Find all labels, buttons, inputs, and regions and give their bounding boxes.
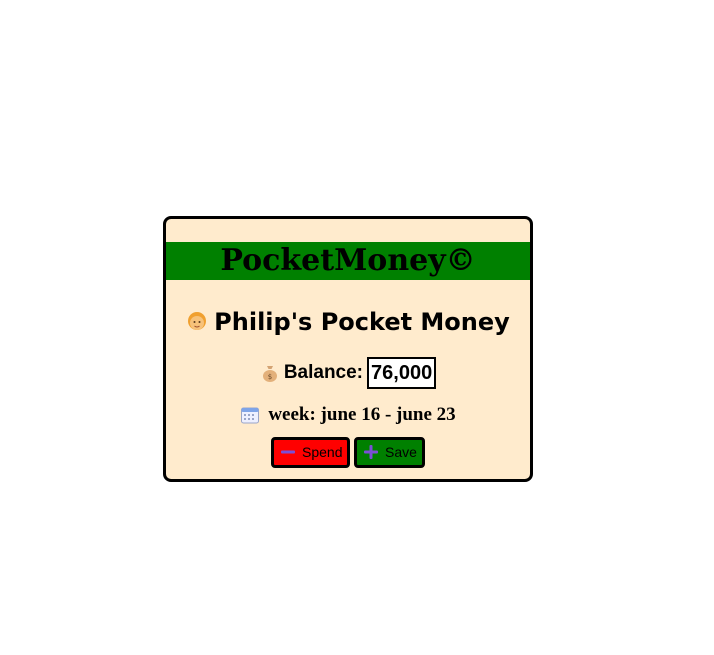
balance-label: Balance: [283, 362, 364, 383]
calendar-icon [240, 405, 260, 425]
save-button-label: Save [385, 444, 417, 460]
owner-heading: Philip's Pocket Money [166, 305, 530, 339]
spend-button[interactable]: Spend [271, 436, 350, 468]
save-button[interactable]: Save [354, 436, 425, 468]
action-buttons: Spend Save [166, 435, 530, 469]
week-range: week: june 16 - june 23 [268, 404, 456, 425]
svg-text:$: $ [268, 373, 272, 381]
week-row: week: june 16 - june 23 [166, 402, 530, 428]
spend-button-label: Spend [302, 444, 343, 460]
person-face-icon [186, 311, 208, 333]
app-banner: PocketMoney© [166, 242, 530, 280]
plus-icon [363, 444, 379, 460]
money-bag-icon: $ [260, 363, 280, 383]
owner-title: Philip's Pocket Money [214, 308, 510, 336]
pocket-money-card: PocketMoney© Philip's Pocket Money $ Bal… [163, 216, 533, 482]
minus-icon [280, 444, 296, 460]
app-title: PocketMoney© [220, 243, 476, 278]
balance-value: 76,000 [367, 357, 437, 389]
balance-row: $ Balance: 76,000 [166, 357, 530, 389]
